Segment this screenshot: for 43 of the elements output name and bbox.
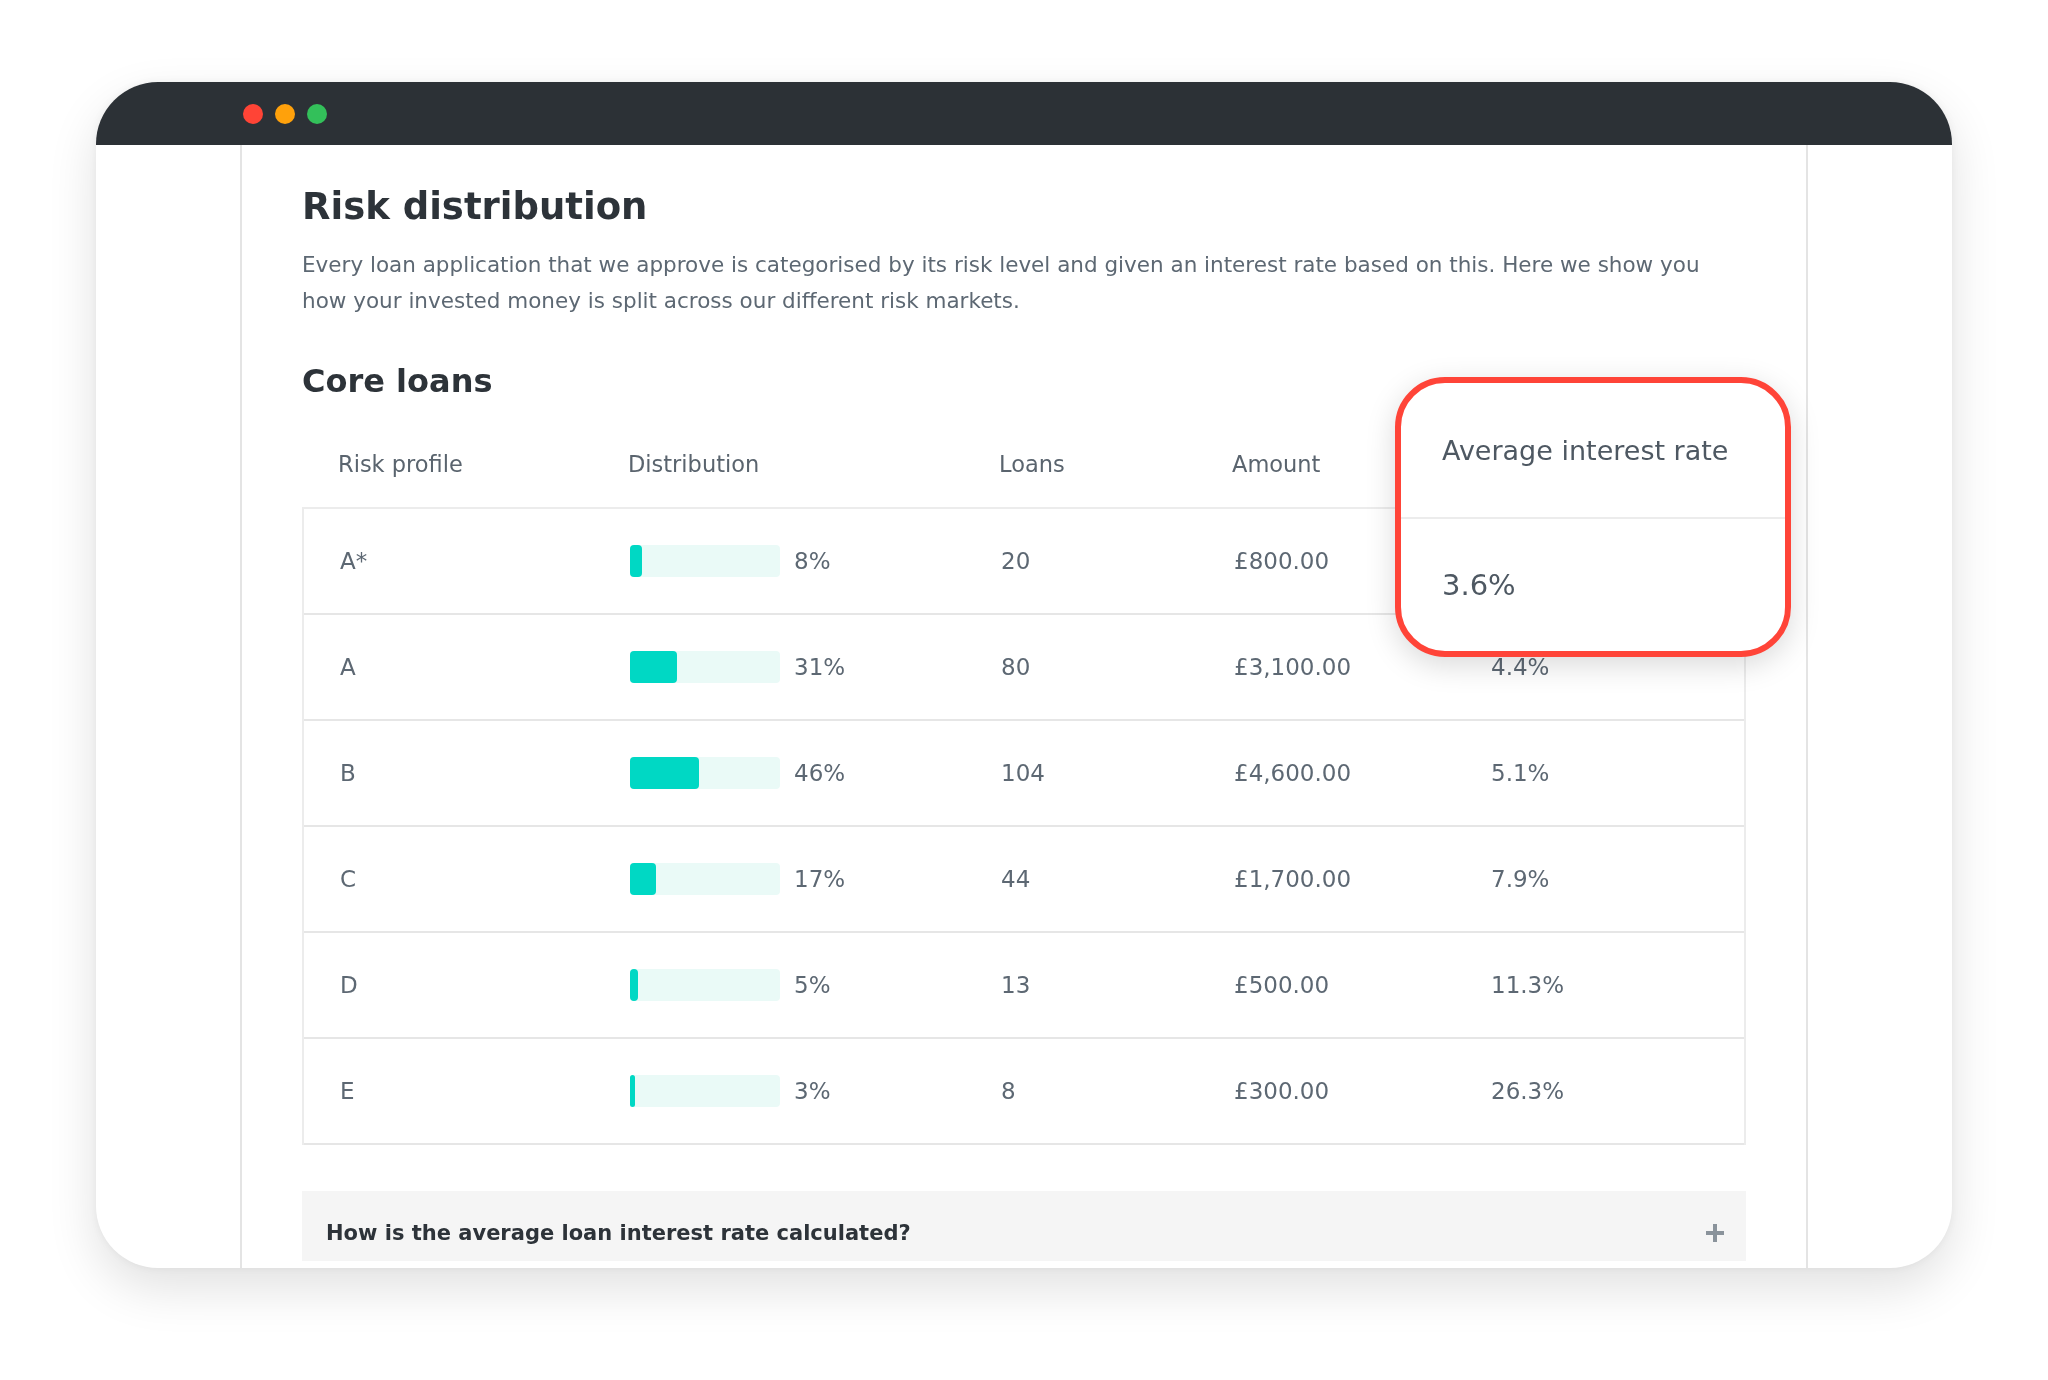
table-cell: £500.00: [1234, 972, 1330, 998]
column-header: Risk profile: [338, 451, 463, 477]
table-cell: £4,600.00: [1234, 760, 1352, 786]
table-cell: 80: [1001, 654, 1031, 680]
table-cell: £1,700.00: [1234, 866, 1352, 892]
table-cell: D: [340, 972, 358, 998]
close-icon[interactable]: [243, 103, 263, 124]
maximize-icon[interactable]: [307, 103, 327, 124]
faq-question: How is the average loan interest rate calculated?: [326, 1221, 911, 1245]
table-cell: 20: [1001, 548, 1031, 574]
table-cell: 5.1%: [1491, 760, 1550, 786]
table-cell: 7.9%: [1491, 866, 1550, 892]
table-cell: 11.3%: [1491, 972, 1565, 998]
percentage-label: 46%: [794, 760, 846, 786]
table-cell: 44: [1001, 866, 1031, 892]
table-cell: 104: [1001, 760, 1045, 786]
faq-accordion[interactable]: How is the average loan interest rate calculated?: [302, 1191, 1746, 1261]
table-cell: A: [340, 654, 356, 680]
table-cell: C: [340, 866, 357, 892]
table-cell: 26.3%: [1491, 1078, 1565, 1104]
percentage-label: 17%: [794, 866, 846, 892]
percentage-label: 5%: [794, 972, 831, 998]
table-cell: E: [340, 1078, 355, 1104]
table-cell: 13: [1001, 972, 1031, 998]
intro-paragraph: Every loan application that we approve is categorised by its risk level and given an interest rate based on this. Here we show you how your invested money is split across our different risk markets.: [302, 251, 1701, 315]
table-cell: £800.00: [1234, 548, 1330, 574]
percentage-label: 31%: [794, 654, 846, 680]
section-title: Core loans: [302, 361, 494, 402]
page-title: Risk distribution: [302, 184, 649, 230]
column-header: Loans: [999, 451, 1065, 477]
table-cell: £300.00: [1234, 1078, 1330, 1104]
table-cell: A*: [340, 548, 368, 574]
table-cell: B: [340, 760, 356, 786]
table-cell: 3.6%: [1442, 568, 1516, 602]
column-header: Average interest rate: [1442, 434, 1729, 466]
column-header: Distribution: [628, 451, 760, 477]
percentage-label: 3%: [794, 1078, 831, 1104]
column-header: Amount: [1232, 451, 1321, 477]
table-cell: 4.4%: [1491, 654, 1550, 680]
percentage-label: 8%: [794, 548, 831, 574]
table-cell: £3,100.00: [1234, 654, 1352, 680]
minimize-icon[interactable]: [275, 103, 295, 124]
table-cell: 8: [1001, 1078, 1016, 1104]
